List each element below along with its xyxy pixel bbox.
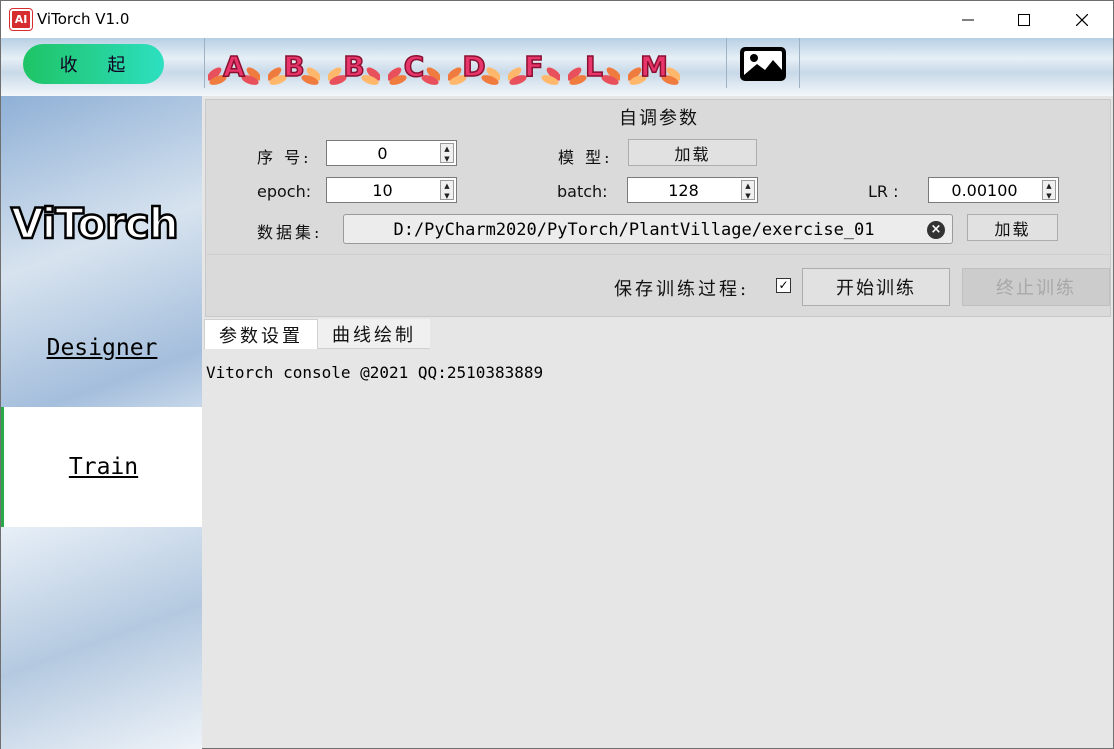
- lr-label: LR :: [868, 182, 899, 201]
- model-load-button[interactable]: 加载: [628, 139, 757, 166]
- panel-title: 自调参数: [619, 108, 699, 129]
- letter-label: M: [640, 50, 668, 83]
- letter-petal-icon: B: [326, 49, 382, 85]
- toolbar-separator: [204, 38, 205, 88]
- letter-label: B: [343, 50, 364, 83]
- lr-value: 0.00100: [951, 181, 1018, 200]
- letter-label: D: [462, 50, 485, 83]
- dataset-path-input[interactable]: D:/PyCharm2020/PyTorch/PlantVillage/exer…: [343, 214, 953, 244]
- close-icon: [1076, 14, 1088, 26]
- vitorch-logo: ViTorch: [10, 198, 180, 250]
- dataset-load-button[interactable]: 加载: [967, 214, 1058, 241]
- maximize-icon: [1018, 14, 1030, 26]
- save-process-checkbox[interactable]: ✓: [776, 278, 791, 293]
- clear-icon[interactable]: ×: [927, 221, 945, 239]
- spin-arrows[interactable]: ▲ ▼: [1042, 180, 1056, 200]
- panel-divider: [206, 254, 1110, 255]
- collapse-button[interactable]: 收 起: [23, 44, 164, 84]
- spin-down-icon[interactable]: ▼: [1043, 191, 1055, 201]
- tab-params-settings[interactable]: 参数设置: [204, 319, 318, 349]
- params-panel: 自调参数 序 号: 0 ▲ ▼ 模 型: 加载 epoch: 10 ▲ ▼ batc…: [205, 99, 1111, 317]
- save-process-label: 保存训练过程:: [614, 279, 750, 300]
- sidebar-item-label: Train: [68, 454, 139, 480]
- minimize-button[interactable]: [945, 1, 991, 39]
- console-output: Vitorch console @2021 QQ:2510383889: [206, 363, 544, 382]
- spin-down-icon[interactable]: ▼: [441, 154, 453, 164]
- letter-tool-button[interactable]: F: [506, 40, 562, 88]
- letter-petal-icon: M: [626, 49, 682, 85]
- sidebar-item-designer[interactable]: Designer: [1, 288, 203, 408]
- letter-petal-icon: A: [206, 49, 262, 85]
- letter-tool-button[interactable]: M: [626, 40, 682, 88]
- letter-tool-button[interactable]: D: [446, 40, 502, 88]
- model-label: 模 型:: [558, 148, 613, 167]
- image-tool-button[interactable]: [737, 44, 789, 84]
- close-button[interactable]: [1059, 1, 1105, 39]
- toolbar-separator: [726, 38, 727, 88]
- start-training-button[interactable]: 开始训练: [802, 268, 950, 306]
- letter-label: A: [223, 50, 245, 83]
- letter-label: L: [585, 50, 603, 83]
- minimize-icon: [962, 19, 974, 21]
- spin-down-icon[interactable]: ▼: [441, 191, 453, 201]
- maximize-button[interactable]: [1001, 1, 1047, 39]
- batch-value: 128: [668, 181, 699, 200]
- letter-petal-icon: B: [266, 49, 322, 85]
- epoch-spinbox[interactable]: 10 ▲ ▼: [326, 177, 457, 203]
- index-label: 序 号:: [257, 148, 312, 167]
- letter-petal-icon: F: [506, 49, 562, 85]
- spin-arrows[interactable]: ▲ ▼: [440, 180, 454, 200]
- sidebar-item-label: Designer: [46, 335, 158, 361]
- letter-tool-button[interactable]: L: [566, 40, 622, 88]
- image-icon: [740, 47, 786, 81]
- index-spinbox[interactable]: 0 ▲ ▼: [326, 140, 457, 166]
- title-bar: AI ViTorch V1.0: [0, 0, 1114, 38]
- spin-up-icon[interactable]: ▲: [742, 181, 754, 191]
- sidebar: ViTorch Designer Train: [0, 96, 203, 749]
- epoch-label: epoch:: [257, 182, 312, 201]
- letter-tool-group: ABBCDFLM: [206, 40, 682, 90]
- spin-down-icon[interactable]: ▼: [742, 191, 754, 201]
- letter-petal-icon: L: [566, 49, 622, 85]
- letter-label: C: [404, 50, 425, 83]
- spin-arrows[interactable]: ▲ ▼: [440, 143, 454, 163]
- toolbar: 收 起 ABBCDFLM: [0, 38, 1114, 96]
- letter-petal-icon: C: [386, 49, 442, 85]
- letter-label: B: [283, 50, 304, 83]
- toolbar-separator: [799, 38, 800, 88]
- epoch-value: 10: [372, 181, 393, 200]
- sidebar-item-train[interactable]: Train: [1, 407, 203, 527]
- batch-spinbox[interactable]: 128 ▲ ▼: [627, 177, 758, 203]
- dataset-path-value: D:/PyCharm2020/PyTorch/PlantVillage/exer…: [393, 220, 875, 240]
- dataset-label: 数据集:: [257, 223, 323, 242]
- stop-training-button[interactable]: 终止训练: [962, 268, 1110, 306]
- tab-curve-plot[interactable]: 曲线绘制: [318, 319, 430, 349]
- letter-tool-button[interactable]: A: [206, 40, 262, 88]
- lr-spinbox[interactable]: 0.00100 ▲ ▼: [928, 177, 1059, 203]
- window-title: ViTorch V1.0: [37, 10, 130, 28]
- tab-bar: 参数设置 曲线绘制: [204, 319, 430, 349]
- app-logo-icon: AI: [9, 8, 33, 31]
- letter-tool-button[interactable]: B: [326, 40, 382, 88]
- letter-petal-icon: D: [446, 49, 502, 85]
- spin-up-icon[interactable]: ▲: [441, 144, 453, 154]
- spin-up-icon[interactable]: ▲: [441, 181, 453, 191]
- index-value: 0: [377, 144, 388, 163]
- letter-tool-button[interactable]: C: [386, 40, 442, 88]
- spin-arrows[interactable]: ▲ ▼: [741, 180, 755, 200]
- letter-label: F: [524, 50, 543, 83]
- letter-tool-button[interactable]: B: [266, 40, 322, 88]
- main-panel: 自调参数 序 号: 0 ▲ ▼ 模 型: 加载 epoch: 10 ▲ ▼ batc…: [202, 96, 1114, 749]
- batch-label: batch:: [557, 182, 608, 201]
- spin-up-icon[interactable]: ▲: [1043, 181, 1055, 191]
